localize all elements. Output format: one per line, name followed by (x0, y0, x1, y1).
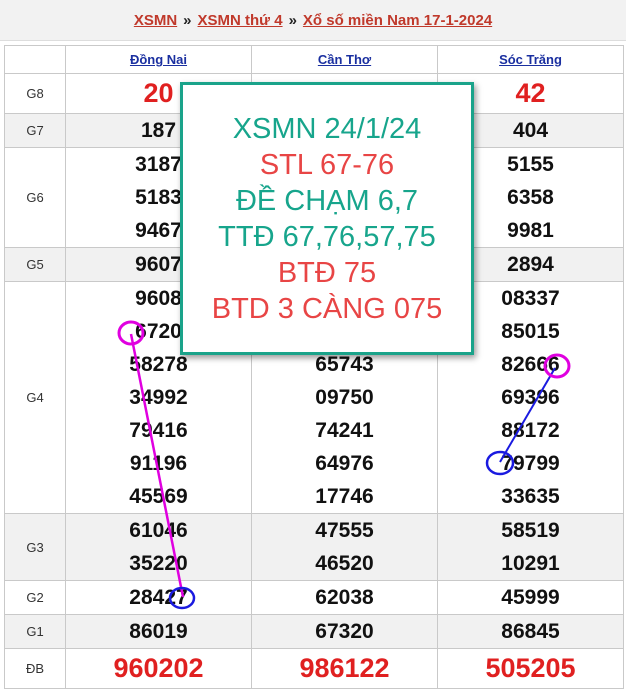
prize-number: 69396 (501, 386, 560, 409)
prize-row-g1: G1 86019 67320 86845 (4, 614, 624, 649)
breadcrumb-link-xsmn-wednesday[interactable]: XSMN thứ 4 (198, 12, 283, 29)
breadcrumb: XSMN » XSMN thứ 4 » Xổ số miền Nam 17-1-… (0, 0, 626, 41)
prize-number: 91196 (129, 452, 188, 475)
prize-cell: 45999 (437, 580, 624, 615)
prize-label: G8 (4, 73, 66, 114)
overlay-line: XSMN 24/1/24 (232, 112, 422, 145)
prize-number: 79416 (129, 419, 188, 442)
overlay-line: TTĐ 67,76,57,75 (218, 220, 436, 253)
overlay-line: BTD 3 CÀNG 075 (211, 292, 443, 325)
province-link-dong-nai[interactable]: Đồng Nai (130, 52, 187, 67)
prize-label: G2 (4, 580, 66, 615)
prize-number: 10291 (501, 552, 560, 575)
prize-number: 67320 (315, 620, 374, 643)
prize-number: 47555 (315, 519, 374, 542)
prize-cell: 61046 35220 (65, 513, 252, 581)
province-link-can-tho[interactable]: Cần Thơ (318, 52, 371, 67)
prize-number: 88172 (501, 419, 560, 442)
prize-number: 62038 (315, 586, 374, 609)
overlay-line: BTĐ 75 (277, 256, 377, 289)
prize-number: 505205 (485, 653, 576, 683)
prize-number: 34992 (129, 386, 188, 409)
prize-number: 986122 (299, 653, 390, 683)
province-header: Sóc Trăng (437, 45, 624, 74)
overlay-lines: XSMN 24/1/24 STL 67-76 ĐỀ CHẠM 6,7 TTĐ 67,7… (212, 111, 442, 327)
prize-number: 28427 (129, 586, 188, 609)
province-header: Cần Thơ (251, 45, 438, 74)
breadcrumb-separator: » (183, 11, 192, 29)
overlay-line: STL 67-76 (259, 148, 395, 181)
prize-number: 46520 (315, 552, 374, 575)
province-header-row: Đồng Nai Cần Thơ Sóc Trăng (4, 45, 624, 74)
prize-label: G1 (4, 614, 66, 649)
prize-number: 86845 (501, 620, 560, 643)
prize-cell: 505205 (437, 648, 624, 689)
breadcrumb-link-result-date[interactable]: Xổ số miền Nam 17-1-2024 (303, 12, 492, 29)
prize-number: 35220 (129, 552, 188, 575)
prize-label: ĐB (4, 648, 66, 689)
breadcrumb-separator: » (288, 11, 297, 29)
prize-label: G4 (4, 281, 66, 514)
prize-label: G5 (4, 247, 66, 282)
prize-cell: 86845 (437, 614, 624, 649)
prize-cell: 86019 (65, 614, 252, 649)
prize-cell: 67320 (251, 614, 438, 649)
prize-row-g2: G2 28427 62038 45999 (4, 580, 624, 615)
breadcrumb-link-xsmn[interactable]: XSMN (134, 12, 177, 29)
prize-label: G3 (4, 513, 66, 581)
prediction-overlay-box: XSMN 24/1/24 STL 67-76 ĐỀ CHẠM 6,7 TTĐ 67,7… (180, 82, 474, 355)
prize-label: G6 (4, 147, 66, 248)
prize-number: 58519 (501, 519, 560, 542)
prize-row-đb: ĐB 960202 986122 505205 (4, 648, 624, 689)
prize-cell: 62038 (251, 580, 438, 615)
prize-cell: 58519 10291 (437, 513, 624, 581)
prize-cell: 47555 46520 (251, 513, 438, 581)
prize-number: 79799 (501, 452, 560, 475)
province-header: Đồng Nai (65, 45, 252, 74)
prize-number: 09750 (315, 386, 374, 409)
prize-row-g3: G3 61046 35220 47555 46520 58519 10291 (4, 513, 624, 581)
prize-number: 86019 (129, 620, 188, 643)
prize-number: 33635 (501, 485, 560, 508)
prize-number: 74241 (315, 419, 374, 442)
prize-number: 17746 (315, 485, 374, 508)
prize-number: 960202 (113, 653, 204, 683)
prize-number: 64976 (315, 452, 374, 475)
prize-number: 61046 (129, 519, 188, 542)
header-corner (4, 45, 66, 74)
prize-number: 45569 (129, 485, 188, 508)
prize-number: 45999 (501, 586, 560, 609)
prize-cell: 28427 (65, 580, 252, 615)
prize-cell: 986122 (251, 648, 438, 689)
prize-cell: 960202 (65, 648, 252, 689)
overlay-line: ĐỀ CHẠM 6,7 (235, 184, 419, 217)
prize-label: G7 (4, 113, 66, 148)
province-link-soc-trang[interactable]: Sóc Trăng (499, 52, 562, 67)
